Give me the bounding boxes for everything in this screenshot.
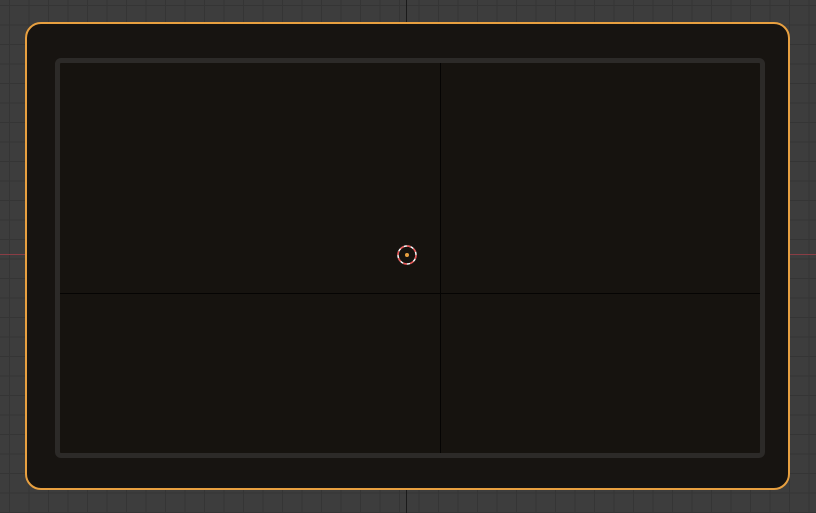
3d-cursor-icon[interactable]: [396, 244, 418, 266]
3d-viewport[interactable]: [0, 0, 816, 513]
inner-horizontal-line: [60, 293, 760, 294]
y-axis-line-top: [406, 0, 407, 22]
inner-vertical-line: [440, 63, 441, 453]
y-axis-line-bottom: [406, 488, 407, 513]
